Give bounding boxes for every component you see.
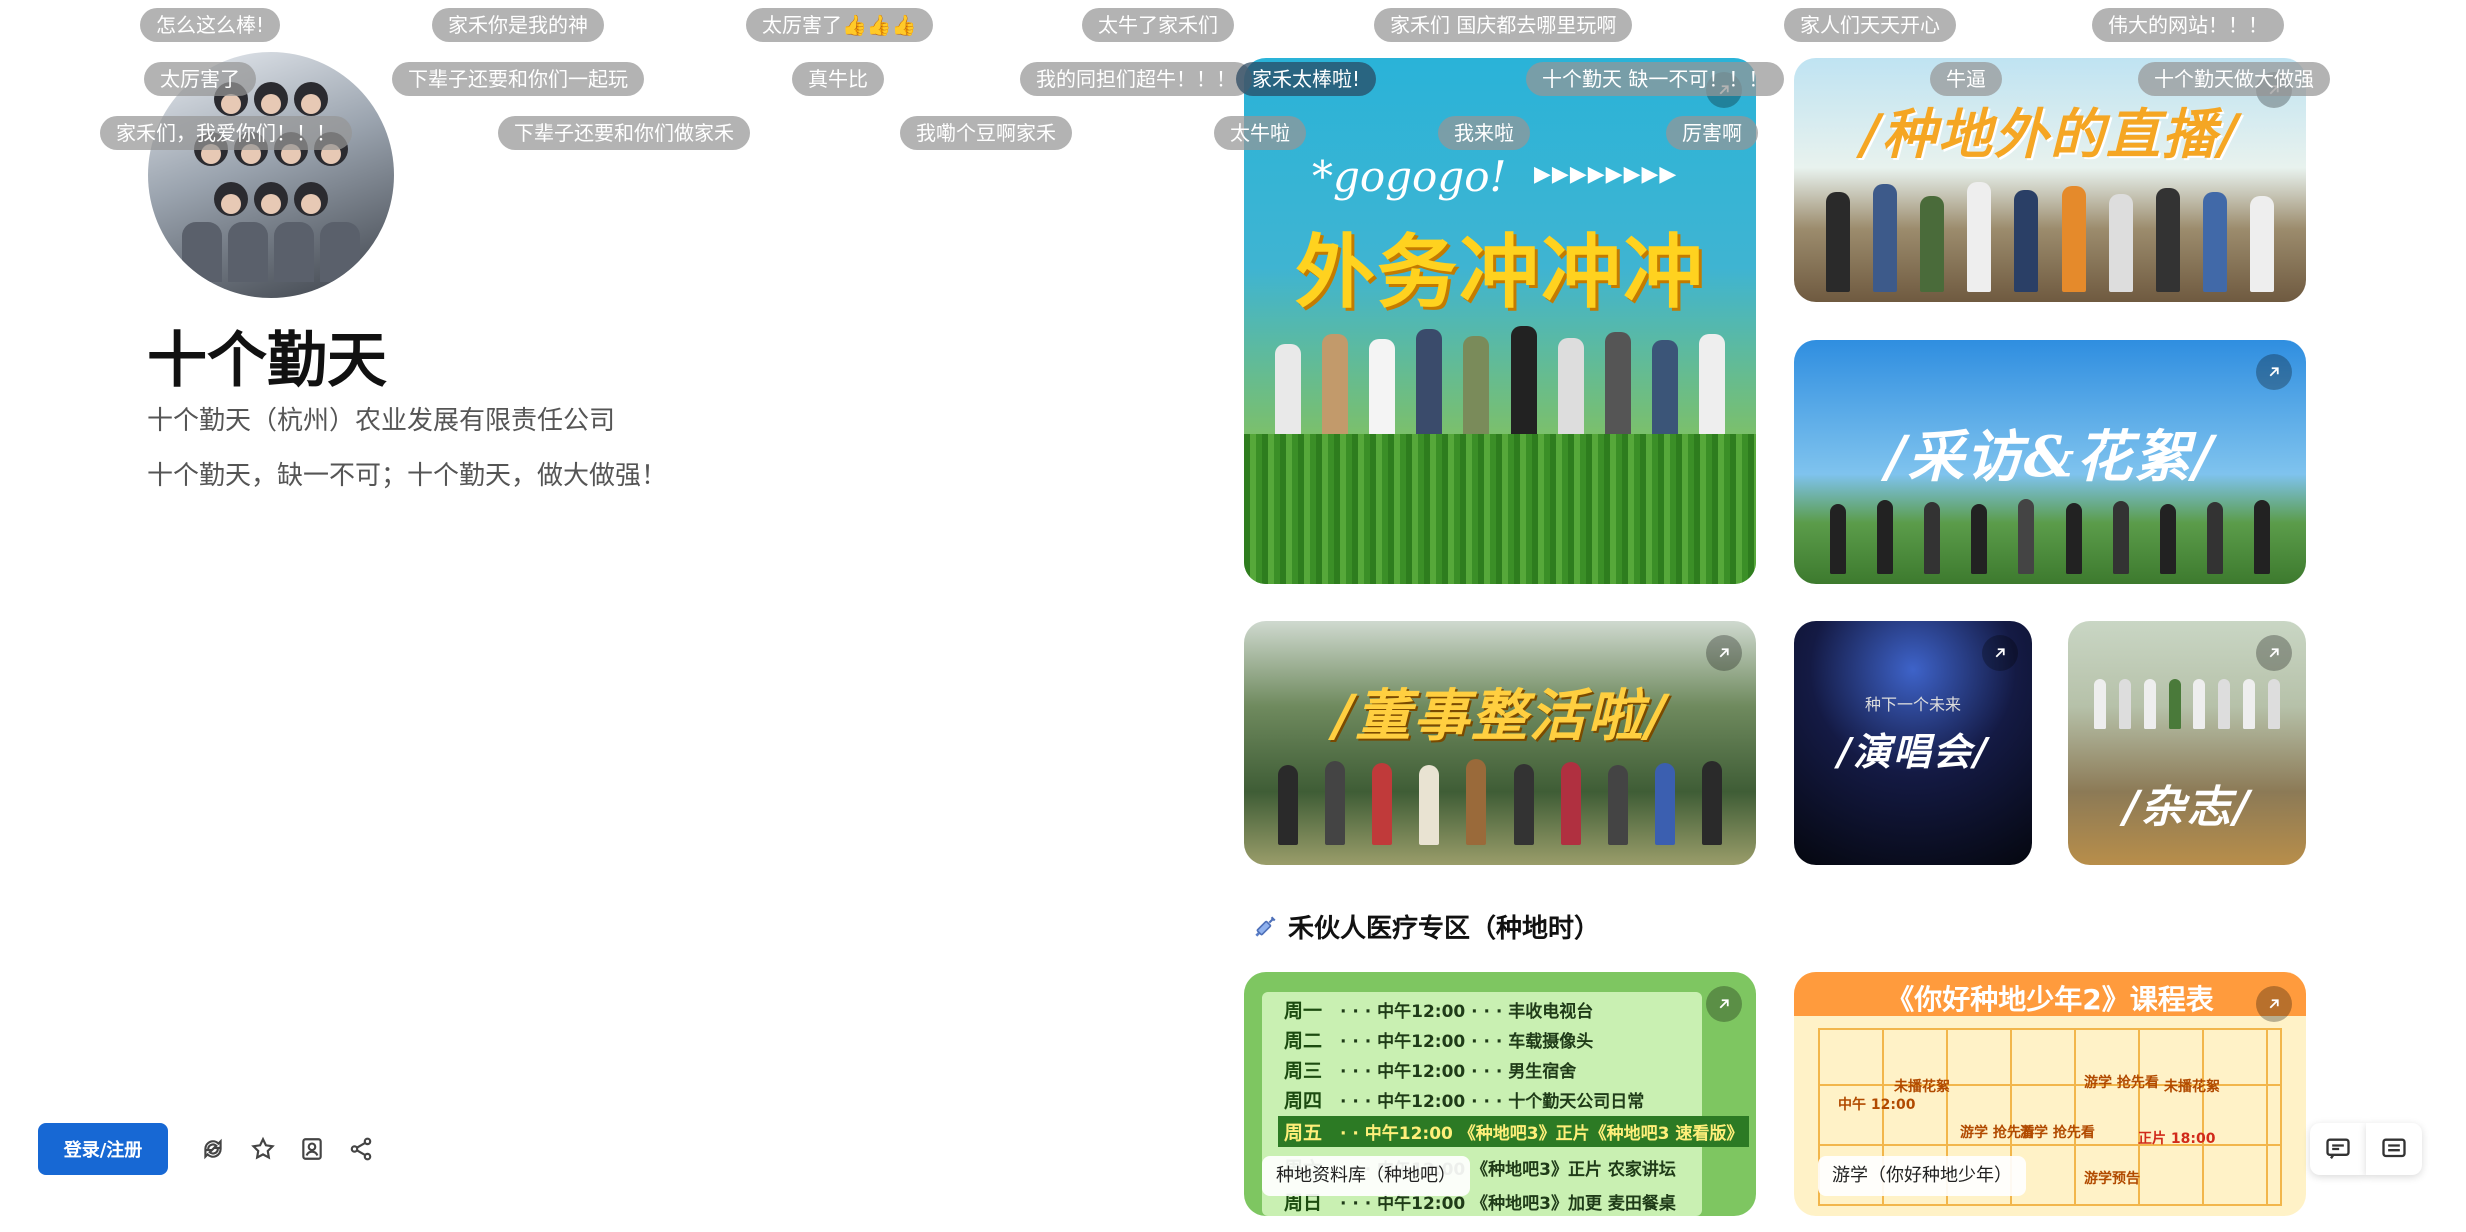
danmaku-comment: 下辈子还要和你们做家禾 [498,116,750,150]
danmaku-comment: 我来啦 [1438,116,1530,150]
external-link-icon[interactable] [2256,635,2292,671]
schedule-row: 周五 · · 中午12:00 《种地吧3》正片《种地吧3 速看版》 [1278,1116,1750,1147]
danmaku-comment: 太牛啦 [1214,116,1306,150]
timetable-cell: 游学 抢先看 [2084,1075,2159,1091]
login-register-button[interactable]: 登录/注册 [38,1123,168,1175]
danmaku-toggle-icon[interactable] [2366,1123,2422,1175]
card-schedule-label: 种地资料库（种地吧） [1262,1156,1470,1196]
section-title: 禾伙人医疗专区（种地时） [1252,908,1600,945]
card-interviews-caption: /采访&花絮/ [1885,424,2215,490]
danmaku-comment: 十个勤天 缺一不可！！！ [1526,62,1785,96]
card-fun[interactable]: /董事整活啦/ [1244,621,1756,865]
danmaku-comment: 家禾太棒啦! [1236,62,1377,96]
external-link-icon[interactable] [1706,635,1742,671]
comment-icon[interactable] [2310,1123,2366,1175]
star-icon[interactable] [248,1134,278,1164]
card-magazine[interactable]: /杂志/ [2068,621,2306,865]
timetable-cell: 未播花絮 [1894,1079,1950,1095]
schedule-row: 周四 · · · 中午12:00 · · · 十个勤天公司日常 [1284,1090,1645,1112]
timetable-cell: 未播花絮 [2164,1079,2220,1095]
danmaku-comment: 太牛了家禾们 [1082,8,1234,42]
danmaku-comment: 家禾你是我的神 [432,8,604,42]
danmaku-comment: 家禾们 国庆都去哪里玩啊 [1374,8,1633,42]
card-concert-caption: /演唱会/ [1837,729,1989,774]
timetable-cell: 游学预告 [2084,1171,2140,1187]
danmaku-comment: 伟大的网站！！！ [2092,8,2284,42]
schedule-row: 周三 · · · 中午12:00 · · · 男生宿舍 [1284,1060,1577,1082]
danmaku-comment: 家禾们，我爱你们！！！ [100,116,352,150]
card-magazine-caption: /杂志/ [2122,782,2252,833]
danmaku-comment: 怎么这么棒! [140,8,281,42]
danmaku-comment: 我嘞个豆啊家禾 [900,116,1072,150]
card-timetable[interactable]: 《你好种地少年2》课程表 中午 12:00 未播花絮 游学 抢先看 游学 抢先看… [1794,972,2306,1216]
danmaku-comment: 太厉害了👍👍👍 [746,8,933,42]
profile-motto: 十个勤天，缺一不可；十个勤天，做大做强！ [147,461,668,491]
danmaku-comment: 真牛比 [792,62,884,96]
danmaku-comment: 十个勤天做大做强 [2138,62,2330,96]
danmaku-comment: 家人们天天开心 [1784,8,1956,42]
danmaku-comment: 下辈子还要和你们一起玩 [392,62,644,96]
card-waiwu-arrows: ▶▶▶▶▶▶▶▶ [1534,162,1678,187]
schedule-row: 周一 · · · 中午12:00 · · · 丰收电视台 [1284,1000,1594,1022]
card-interviews[interactable]: /采访&花絮/ [1794,340,2306,584]
card-schedule[interactable]: 周一 · · · 中午12:00 · · · 丰收电视台 周二 · · · 中午12… [1244,972,1756,1216]
external-link-icon[interactable] [1706,986,1742,1022]
danmaku-comment: 牛逼 [1930,62,2002,96]
timetable-cell: 游学 抢先看 [2020,1125,2095,1141]
section-title-text: 禾伙人医疗专区（种地时） [1288,914,1601,944]
card-timetable-label: 游学（你好种地少年） [1818,1156,2026,1196]
schedule-row: 周二 · · · 中午12:00 · · · 车载摄像头 [1284,1030,1594,1052]
card-waiwu-gogo: *gogogo! [1312,152,1507,201]
recycle-icon[interactable] [198,1134,228,1164]
card-concert[interactable]: 种下一个未来 /演唱会/ [1794,621,2032,865]
card-concert-sub: 种下一个未来 [1864,695,1961,714]
bookmark-icon[interactable] [297,1134,327,1164]
syringe-icon [1255,915,1276,937]
share-icon[interactable] [346,1134,376,1164]
timetable-header: 《你好种地少年2》课程表 [1886,983,2214,1016]
danmaku-comment: 厉害啊 [1666,116,1758,150]
danmaku-comment: 太厉害了 [144,62,256,96]
profile-company: 十个勤天（杭州）农业发展有限责任公司 [147,406,616,436]
card-fun-caption: /董事整活啦/ [1332,683,1668,749]
card-waiwu-caption: 外务冲冲冲 [1295,225,1705,319]
danmaku-comment: 我的同担们超牛！！！ [1020,62,1252,96]
external-link-icon[interactable] [2256,354,2292,390]
card-livestream-caption: /种地外的直播/ [1860,102,2240,166]
timetable-cell: 中午 12:00 [1838,1097,1916,1113]
external-link-icon[interactable] [2256,986,2292,1022]
profile-title: 十个勤天 [147,326,387,396]
external-link-icon[interactable] [1982,635,2018,671]
timetable-cell: 正片 18:00 [2138,1131,2216,1147]
